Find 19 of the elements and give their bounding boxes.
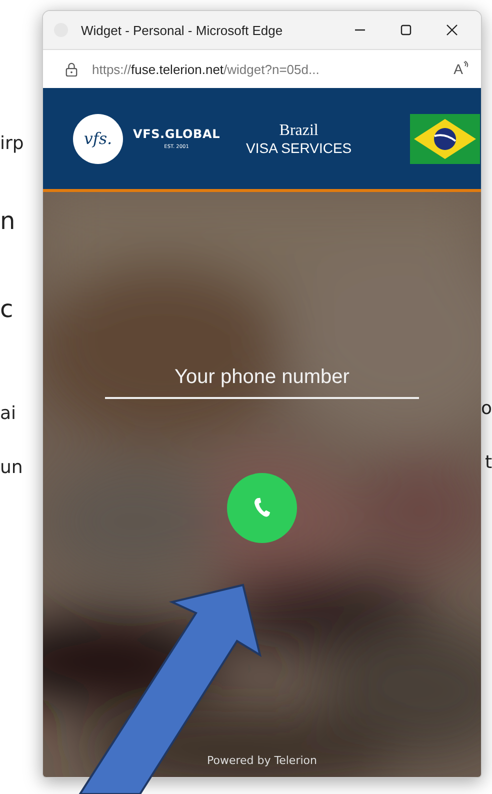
phone-number-field[interactable]: Your phone number (105, 362, 419, 399)
read-aloud-button[interactable]: A (454, 61, 469, 77)
logo-mark: vfs. (73, 114, 123, 164)
page-text: irp (0, 133, 24, 155)
page-text: c (0, 295, 14, 323)
close-icon (446, 24, 458, 36)
brand-name: VFS.GLOBAL (133, 127, 220, 141)
powered-by-text: Powered by Telerion (207, 754, 317, 767)
page-text: ai (0, 403, 16, 425)
service-title: Brazil (279, 122, 318, 140)
page-text: n (0, 207, 16, 235)
service-subtitle: VISA SERVICES (246, 140, 352, 156)
page-text: un (0, 457, 23, 479)
window-title: Widget - Personal - Microsoft Edge (81, 22, 284, 38)
url-text[interactable]: https://fuse.telerion.net/widget?n=05d... (92, 62, 454, 76)
lock-icon (65, 62, 78, 76)
page-text: t (484, 452, 492, 474)
maximize-icon (400, 24, 412, 36)
page-text: o (480, 398, 492, 420)
